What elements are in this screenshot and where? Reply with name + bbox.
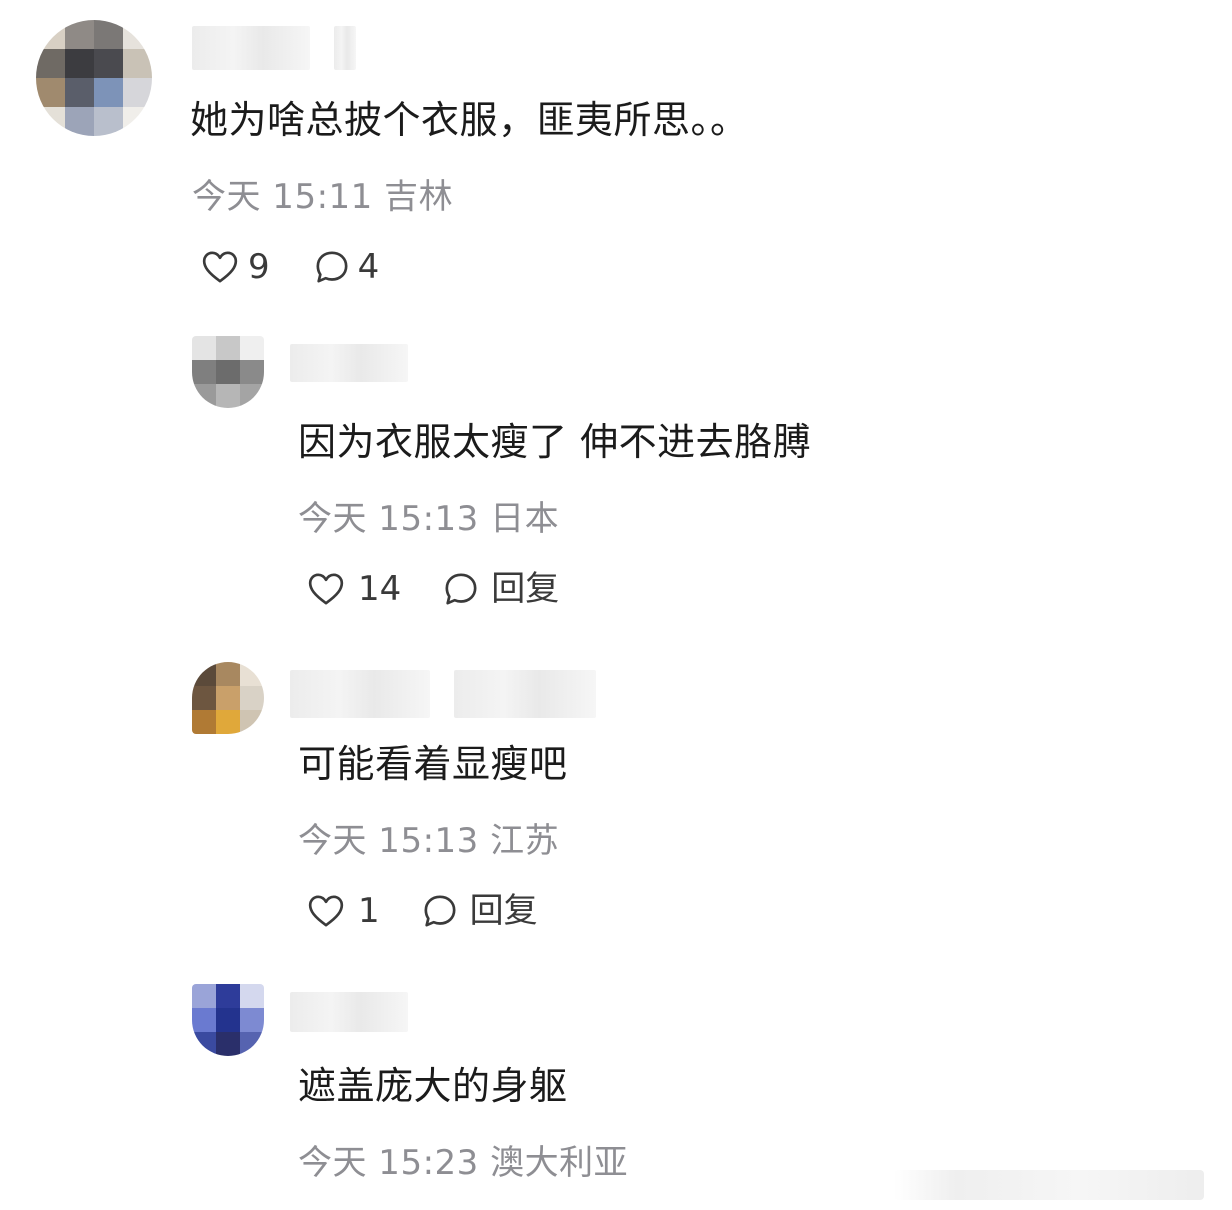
comment-location: 吉林 [384, 177, 454, 217]
comment-location: 江苏 [490, 821, 560, 861]
heart-outline-icon [306, 569, 346, 609]
comment-actions: 14 回复 [306, 568, 559, 610]
like-button[interactable]: 1 [306, 890, 380, 932]
avatar[interactable] [36, 20, 152, 136]
reply-label: 回复 [491, 569, 560, 609]
watermark-blurred [894, 1170, 1204, 1200]
comment-text: 可能看着显瘦吧 [298, 742, 568, 786]
comment-text: 因为衣服太瘦了 伸不进去胳膊 [298, 420, 812, 464]
comment-meta: 今天 15:13 江苏 [298, 820, 559, 862]
comment-time: 今天 15:13 [298, 499, 479, 539]
reply-count: 4 [357, 247, 380, 287]
comment-meta: 今天 15:23 澳大利亚 [298, 1142, 628, 1184]
comment-location: 日本 [490, 499, 560, 539]
comment-text: 她为啥总披个衣服，匪夷所思。。 [190, 98, 749, 142]
comment-meta: 今天 15:11 吉林 [192, 176, 453, 218]
comment-time: 今天 15:13 [298, 821, 479, 861]
reply-button[interactable]: 回复 [441, 568, 559, 610]
comment-text: 遮盖庞大的身躯 [298, 1064, 568, 1108]
speech-bubble-icon [441, 569, 481, 609]
speech-bubble-icon [420, 891, 460, 931]
avatar[interactable] [192, 336, 264, 408]
like-count: 14 [358, 569, 402, 609]
reply-button[interactable]: 4 [312, 246, 380, 288]
like-count: 1 [358, 891, 380, 931]
username-blurred[interactable] [290, 992, 408, 1032]
comment-time: 今天 15:23 [298, 1143, 479, 1183]
username-blurred[interactable] [290, 344, 408, 382]
comment-time: 今天 15:11 [192, 177, 373, 217]
reply-button[interactable]: 回复 [420, 890, 538, 932]
comment-actions: 9 4 [200, 246, 379, 288]
username-blurred[interactable] [290, 670, 596, 718]
like-button[interactable]: 14 [306, 568, 401, 610]
avatar[interactable] [192, 662, 264, 734]
heart-outline-icon [306, 891, 346, 931]
comment-location: 澳大利亚 [490, 1143, 629, 1183]
speech-bubble-icon [312, 247, 352, 287]
like-count: 9 [248, 247, 270, 287]
like-button[interactable]: 9 [200, 246, 270, 288]
avatar[interactable] [192, 984, 264, 1056]
comment-actions: 1 回复 [306, 890, 538, 932]
reply-label: 回复 [469, 891, 538, 931]
username-blurred[interactable] [192, 26, 356, 70]
heart-outline-icon [200, 247, 240, 287]
comment-meta: 今天 15:13 日本 [298, 498, 559, 540]
